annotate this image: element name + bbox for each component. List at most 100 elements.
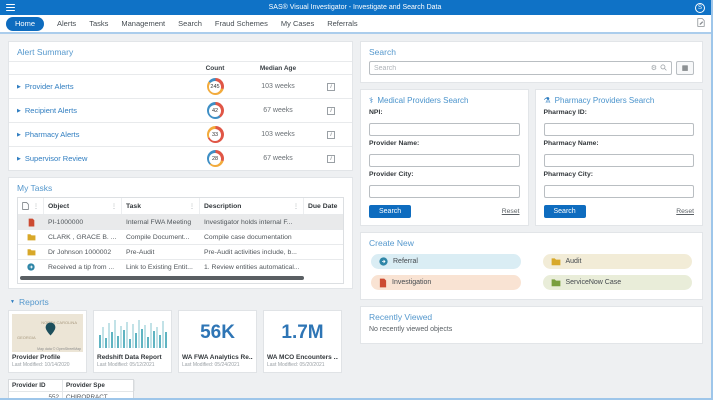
median-age-value: 67 weeks [263,107,293,114]
info-icon[interactable]: i [327,82,335,91]
create-audit-pill[interactable]: Audit [542,254,692,269]
pharmacy-id-label: Pharmacy ID: [543,109,587,116]
search-title: Search [369,47,396,57]
create-servicenow-pill[interactable]: ServiceNow Case [542,275,692,290]
column-header-task[interactable]: Task ⋮ [122,198,200,214]
info-icon[interactable]: i [327,130,335,139]
column-menu-icon[interactable]: ⋮ [111,203,117,210]
expand-caret-icon[interactable]: ▶ [17,108,21,114]
npi-field[interactable] [369,123,520,136]
provider-id-header: Provider ID [9,380,63,391]
alert-row-provider[interactable]: ▶ Provider Alerts 245 103 weeks i [9,74,352,98]
expand-caret-icon[interactable]: ▶ [17,84,21,90]
tab-referrals[interactable]: Referrals [327,19,357,28]
count-donut: 28 [206,150,224,167]
pharmacy-providers-search-panel: ⚗ Pharmacy Providers Search Pharmacy ID:… [534,89,703,226]
my-tasks-title: My Tasks [17,183,53,193]
report-tile-mco-encounters[interactable]: 1.7M WA MCO Encounters ... Last Modified… [263,310,342,373]
tab-management[interactable]: Management [121,19,165,28]
report-tile-provider-profile[interactable]: NORTH CAROLINA GEORGIA Map data © OpenSt… [8,310,87,373]
search-panel: Search ⚙ ▦ [360,41,703,83]
edit-page-icon[interactable] [697,18,705,29]
main-nav: Home Alerts Tasks Management Search Frau… [0,15,711,34]
horizontal-scrollbar[interactable] [20,276,305,280]
expand-caret-icon[interactable]: ▶ [17,132,21,138]
expand-caret-icon[interactable]: ▶ [17,156,21,162]
hamburger-menu-icon[interactable] [6,3,15,12]
alert-row-pharmacy[interactable]: ▶ Pharmacy Alerts 33 103 weeks i [9,122,352,146]
medical-providers-search-panel: ⚕ Medical Providers Search NPI: Provider… [360,89,529,226]
map-thumbnail: NORTH CAROLINA GEORGIA Map data © OpenSt… [12,314,83,352]
column-menu-icon[interactable]: ⋮ [189,203,195,210]
search-input[interactable] [374,64,648,72]
info-icon[interactable]: i [327,106,335,115]
tab-alerts[interactable]: Alerts [57,19,76,28]
column-menu-icon[interactable]: ⋮ [293,203,299,210]
medical-reset-link[interactable]: Reset [502,208,520,215]
pharmacy-id-field[interactable] [543,123,694,136]
mortar-pestle-icon: ⚗ [543,96,551,105]
task-row[interactable]: PI-1000000 Internal FWA Meeting Investig… [18,214,343,229]
count-column-header: Count [205,65,225,72]
create-investigation-pill[interactable]: Investigation [371,275,521,290]
provider-table-row[interactable]: 552 CHIROPRACT [9,391,133,398]
user-avatar[interactable]: S [695,2,705,13]
report-tile-fwa-analytics[interactable]: 56K WA FWA Analytics Re... Last Modified… [178,310,257,373]
global-search-box[interactable]: ⚙ [369,61,672,75]
create-referral-pill[interactable]: Referral [371,254,521,269]
count-donut: 33 [206,126,224,143]
task-row[interactable]: Dr Johnson 1000002 Pre-Audit Pre-Audit a… [18,244,343,259]
tab-fraud-schemes[interactable]: Fraud Schemes [215,19,268,28]
search-magnifier-icon[interactable] [660,63,667,73]
pharmacy-name-label: Pharmacy Name: [543,140,599,147]
pharmacy-name-field[interactable] [543,154,694,167]
provider-name-field[interactable] [369,154,520,167]
tab-my-cases[interactable]: My Cases [281,19,314,28]
app-bar: SAS® Visual Investigator - Investigate a… [0,0,711,15]
alert-row-recipient[interactable]: ▶ Recipient Alerts 42 67 weeks i [9,98,352,122]
kpi-value: 56K [200,322,235,343]
investigation-icon [379,278,387,287]
tab-tasks[interactable]: Tasks [89,19,108,28]
count-donut: 42 [206,102,224,119]
provider-name-label: Provider Name: [369,140,420,147]
object-type-icon [22,202,29,210]
alert-row-supervisor[interactable]: ▶ Supervisor Review 28 67 weeks i [9,146,352,170]
info-icon[interactable]: i [327,154,335,163]
median-age-column-header: Median Age [259,65,297,72]
reports-section: ▼ Reports NORTH CAROLINA GEORGIA Map dat… [8,295,353,398]
column-header-object[interactable]: Object ⋮ [44,198,122,214]
tab-home[interactable]: Home [6,16,45,31]
report-tile-redshift[interactable]: Redshift Data Report Last Modified: 05/1… [93,310,172,373]
column-header-description[interactable]: Description ⋮ [200,198,304,214]
advanced-search-button[interactable]: ▦ [676,61,694,75]
search-settings-gear-icon[interactable]: ⚙ [651,64,657,72]
app-window: SAS® Visual Investigator - Investigate a… [0,0,713,400]
my-tasks-panel: My Tasks ⋮ Object ⋮ Task ⋮ Description ⋮ Du… [8,177,353,289]
collapse-caret-icon[interactable]: ▼ [10,299,15,305]
tasks-table: ⋮ Object⋮ Task⋮ Description⋮ Due Date⋮ P… [17,197,344,284]
tab-search[interactable]: Search [178,19,202,28]
recently-viewed-title: Recently Viewed [369,312,433,322]
provider-city-label: Provider City: [369,171,414,178]
column-header-due-date[interactable]: Due Date⋮ [304,198,343,214]
audit-icon [551,258,560,266]
stethoscope-icon: ⚕ [369,96,374,105]
pharmacy-city-label: Pharmacy City: [543,171,594,178]
task-row[interactable]: Received a tip from ... Link to Existing… [18,259,343,274]
create-new-title: Create New [369,238,414,248]
provider-spec-header: Provider Spe [63,380,135,391]
provider-city-field[interactable] [369,185,520,198]
task-row[interactable]: CLARK , GRACE B. ... Compile Document...… [18,229,343,244]
create-new-panel: Create New Referral Audit Investigation [360,232,703,300]
pharmacy-search-button[interactable]: Search [543,205,586,218]
tasks-table-header: ⋮ Object⋮ Task⋮ Description⋮ Due Date⋮ [18,198,343,214]
medical-search-button[interactable]: Search [369,205,412,218]
column-menu-icon[interactable]: ⋮ [33,203,39,210]
provider-table: Provider ID Provider Spe 552 CHIROPRACT … [8,379,135,398]
reports-title: Reports [18,297,49,307]
pharmacy-city-field[interactable] [543,185,694,198]
map-pin-icon [44,322,57,341]
referral-icon [18,263,44,271]
pharmacy-reset-link[interactable]: Reset [676,208,694,215]
